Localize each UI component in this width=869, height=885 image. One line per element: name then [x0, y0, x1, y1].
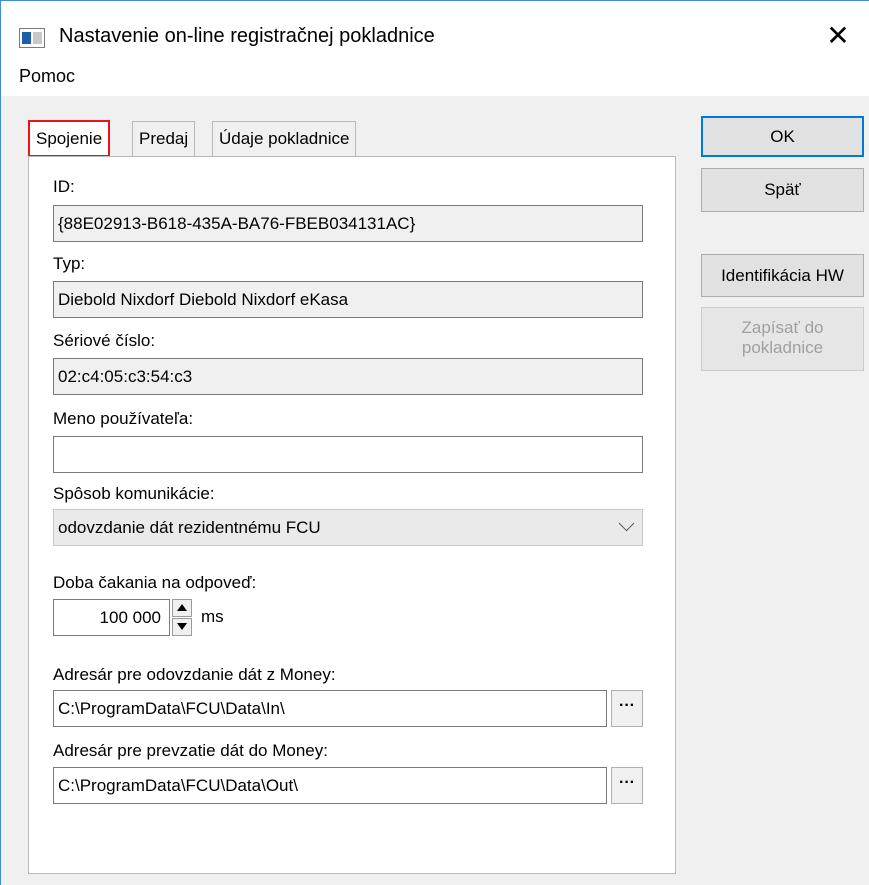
write-button-line2: pokladnice: [741, 338, 824, 357]
username-label: Meno používateľa:: [53, 409, 194, 428]
output-directory-browse-button[interactable]: ···: [611, 690, 643, 727]
timeout-input[interactable]: 100 000: [53, 599, 170, 636]
tab-predaj[interactable]: Predaj: [132, 121, 196, 156]
username-input[interactable]: [53, 436, 643, 473]
input-directory-browse-button[interactable]: ···: [611, 767, 643, 804]
timeout-label: Doba čakania na odpoveď:: [53, 573, 257, 592]
write-button-line1: Zapísať do: [741, 318, 824, 337]
input-directory-input[interactable]: C:\ProgramData\FCU\Data\Out\: [53, 767, 607, 804]
id-field[interactable]: {88E02913-B618-435A-BA76-FBEB034131AC}: [53, 205, 643, 242]
timeout-unit: ms: [201, 607, 224, 626]
input-directory-label: Adresár pre prevzatie dát do Money:: [53, 741, 328, 760]
communication-method-label: Spôsob komunikácie:: [53, 484, 215, 503]
output-directory-label: Adresár pre odovzdanie dát z Money:: [53, 665, 336, 684]
back-button[interactable]: Späť: [701, 168, 864, 212]
tab-panel-spojenie: ID: {88E02913-B618-435A-BA76-FBEB034131A…: [28, 156, 676, 874]
close-icon[interactable]: ✕: [821, 19, 855, 53]
title-bar: Nastavenie on-line registračnej pokladni…: [1, 1, 869, 56]
output-directory-input[interactable]: C:\ProgramData\FCU\Data\In\: [53, 690, 607, 727]
write-to-register-button[interactable]: Zapísať do pokladnice: [701, 307, 864, 371]
window-title: Nastavenie on-line registračnej pokladni…: [59, 25, 435, 47]
arrow-down-icon: [177, 623, 187, 630]
type-field[interactable]: Diebold Nixdorf Diebold Nixdorf eKasa: [53, 281, 643, 318]
ok-button[interactable]: OK: [701, 116, 864, 157]
communication-method-value: odovzdanie dát rezidentnému FCU: [58, 518, 321, 537]
tab-spojenie[interactable]: Spojenie: [28, 120, 111, 157]
id-label: ID:: [53, 177, 75, 196]
menu-bar: Pomoc: [1, 56, 869, 96]
arrow-up-icon: [177, 604, 187, 611]
type-label: Typ:: [53, 254, 86, 273]
menu-item-help[interactable]: Pomoc: [19, 66, 75, 87]
chevron-down-icon: [618, 515, 635, 532]
identify-hw-button[interactable]: Identifikácia HW: [701, 254, 864, 297]
timeout-decrement-button[interactable]: [172, 618, 192, 636]
serial-number-field[interactable]: 02:c4:05:c3:54:c3: [53, 358, 643, 395]
communication-method-select[interactable]: odovzdanie dát rezidentnému FCU: [53, 509, 643, 546]
timeout-increment-button[interactable]: [172, 599, 192, 617]
app-icon: [19, 28, 45, 48]
tab-udaje-pokladnice[interactable]: Údaje pokladnice: [212, 121, 357, 156]
serial-number-label: Sériové číslo:: [53, 331, 156, 350]
dialog-window: Nastavenie on-line registračnej pokladni…: [0, 0, 869, 885]
